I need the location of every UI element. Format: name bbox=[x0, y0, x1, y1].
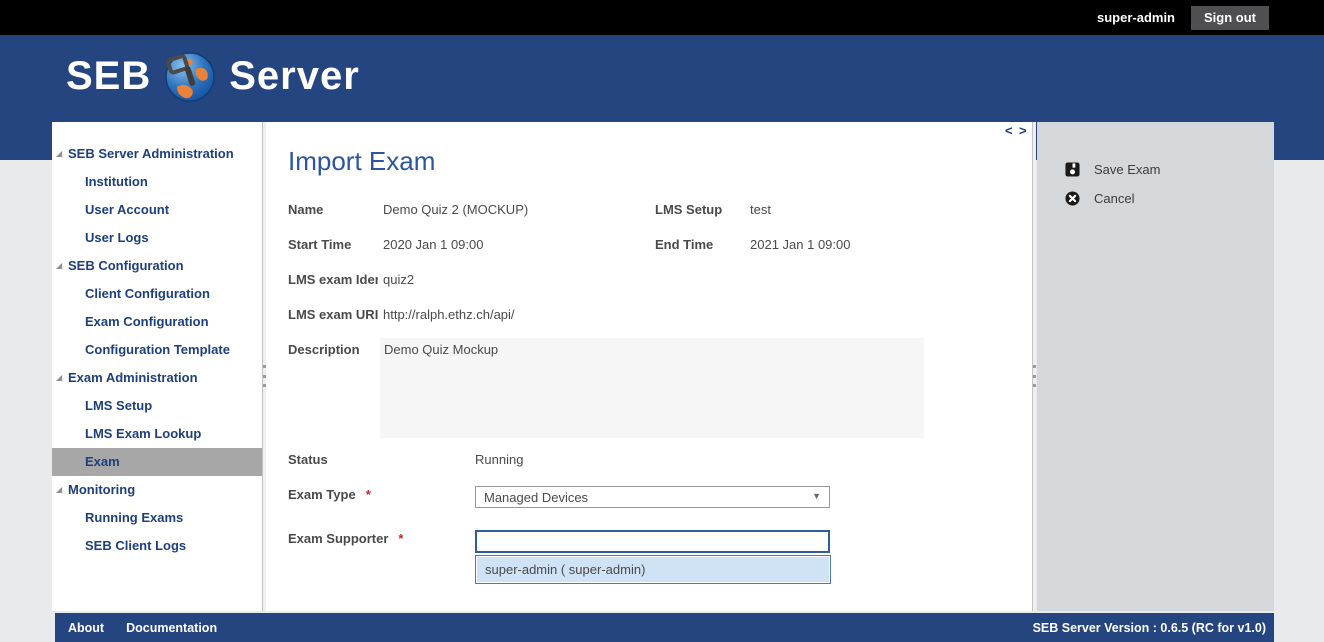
lms-exam-url-value: http://ralph.ethz.ch/api/ bbox=[383, 307, 515, 322]
collapse-right-icon[interactable]: > bbox=[1019, 124, 1027, 138]
action-panel: Save Exam Cancel bbox=[1037, 122, 1274, 611]
topbar: super-admin Sign out bbox=[0, 0, 1324, 35]
cancel-icon bbox=[1065, 191, 1080, 206]
sidebar-section-label: Exam Administration bbox=[68, 370, 198, 385]
logo-text-server: Server bbox=[229, 54, 360, 99]
logo-text-seb: SEB bbox=[66, 54, 151, 99]
sidebar-section-seb-configuration[interactable]: ◢ SEB Configuration bbox=[52, 252, 262, 280]
name-label: Name bbox=[288, 202, 323, 217]
save-exam-button[interactable]: Save Exam bbox=[1065, 155, 1274, 184]
sidebar-item-exam-configuration[interactable]: Exam Configuration bbox=[52, 308, 262, 336]
seb-globe-icon bbox=[163, 49, 217, 103]
sidebar-item-running-exams[interactable]: Running Exams bbox=[52, 504, 262, 532]
exam-supporter-dropdown: super-admin ( super-admin) bbox=[475, 555, 831, 584]
sidebar-item-exam[interactable]: Exam bbox=[52, 448, 262, 476]
save-exam-label: Save Exam bbox=[1094, 162, 1160, 177]
description-label: Description bbox=[288, 342, 360, 357]
lms-setup-value: test bbox=[750, 202, 771, 217]
sign-out-button[interactable]: Sign out bbox=[1191, 6, 1269, 30]
sidebar-section-label: SEB Configuration bbox=[68, 258, 184, 273]
cancel-label: Cancel bbox=[1094, 191, 1134, 206]
sidebar-section-monitoring[interactable]: ◢ Monitoring bbox=[52, 476, 262, 504]
sidebar-item-client-configuration[interactable]: Client Configuration bbox=[52, 280, 262, 308]
sidebar-section-exam-administration[interactable]: ◢ Exam Administration bbox=[52, 364, 262, 392]
required-marker: * bbox=[398, 531, 403, 546]
lms-exam-identifier-label: LMS exam Identifier bbox=[288, 272, 378, 287]
expander-icon: ◢ bbox=[56, 140, 62, 168]
exam-supporter-input[interactable] bbox=[475, 530, 830, 553]
sidebar-item-seb-client-logs[interactable]: SEB Client Logs bbox=[52, 532, 262, 560]
end-time-label: End Time bbox=[655, 237, 713, 252]
expander-icon: ◢ bbox=[56, 252, 62, 280]
required-marker: * bbox=[366, 487, 371, 502]
expander-icon: ◢ bbox=[56, 476, 62, 504]
start-time-value: 2020 Jan 1 09:00 bbox=[383, 237, 483, 252]
exam-type-selected-value: Managed Devices bbox=[484, 490, 588, 505]
start-time-label: Start Time bbox=[288, 237, 351, 252]
collapse-left-icon[interactable]: < bbox=[1005, 124, 1013, 138]
sidebar-section-seb-server-administration[interactable]: ◢ SEB Server Administration bbox=[52, 140, 262, 168]
sidebar-section-label: SEB Server Administration bbox=[68, 146, 234, 161]
sidebar-item-institution[interactable]: Institution bbox=[52, 168, 262, 196]
sidebar-section-label: Monitoring bbox=[68, 482, 135, 497]
version-label: SEB Server Version : 0.6.5 (RC for v1.0) bbox=[1033, 621, 1266, 635]
import-exam-form: < > Import Exam Name Demo Quiz 2 (MOCKUP… bbox=[266, 122, 1032, 611]
documentation-link[interactable]: Documentation bbox=[126, 621, 217, 635]
footer-bar: About Documentation SEB Server Version :… bbox=[55, 613, 1274, 642]
sidebar-item-user-logs[interactable]: User Logs bbox=[52, 224, 262, 252]
status-value: Running bbox=[475, 452, 523, 467]
expander-icon: ◢ bbox=[56, 364, 62, 392]
name-value: Demo Quiz 2 (MOCKUP) bbox=[383, 202, 528, 217]
sidebar-nav: ◢ SEB Server Administration Institution … bbox=[52, 122, 262, 611]
status-label: Status bbox=[288, 452, 328, 467]
lms-setup-label: LMS Setup bbox=[655, 202, 722, 217]
sidebar-item-user-account[interactable]: User Account bbox=[52, 196, 262, 224]
app-logo: SEB Server bbox=[66, 49, 360, 103]
save-icon bbox=[1065, 162, 1080, 177]
exam-supporter-label: Exam Supporter* bbox=[288, 531, 403, 546]
about-link[interactable]: About bbox=[68, 621, 104, 635]
actions-resize-sash[interactable] bbox=[1032, 122, 1036, 611]
chevron-down-icon: ▼ bbox=[812, 491, 821, 501]
description-textarea[interactable]: Demo Quiz Mockup bbox=[380, 338, 924, 438]
end-time-value: 2021 Jan 1 09:00 bbox=[750, 237, 850, 252]
lms-exam-identifier-value: quiz2 bbox=[383, 272, 414, 287]
exam-type-label: Exam Type* bbox=[288, 487, 371, 502]
sidebar-item-lms-setup[interactable]: LMS Setup bbox=[52, 392, 262, 420]
page-title: Import Exam bbox=[288, 146, 435, 177]
lms-exam-url-label: LMS exam URI bbox=[288, 307, 378, 322]
sidebar-item-lms-exam-lookup[interactable]: LMS Exam Lookup bbox=[52, 420, 262, 448]
dropdown-option-super-admin[interactable]: super-admin ( super-admin) bbox=[477, 557, 829, 582]
cancel-button[interactable]: Cancel bbox=[1065, 184, 1274, 213]
exam-type-select[interactable]: Managed Devices ▼ bbox=[475, 486, 830, 508]
username-label: super-admin bbox=[1097, 10, 1175, 25]
sidebar-item-configuration-template[interactable]: Configuration Template bbox=[52, 336, 262, 364]
